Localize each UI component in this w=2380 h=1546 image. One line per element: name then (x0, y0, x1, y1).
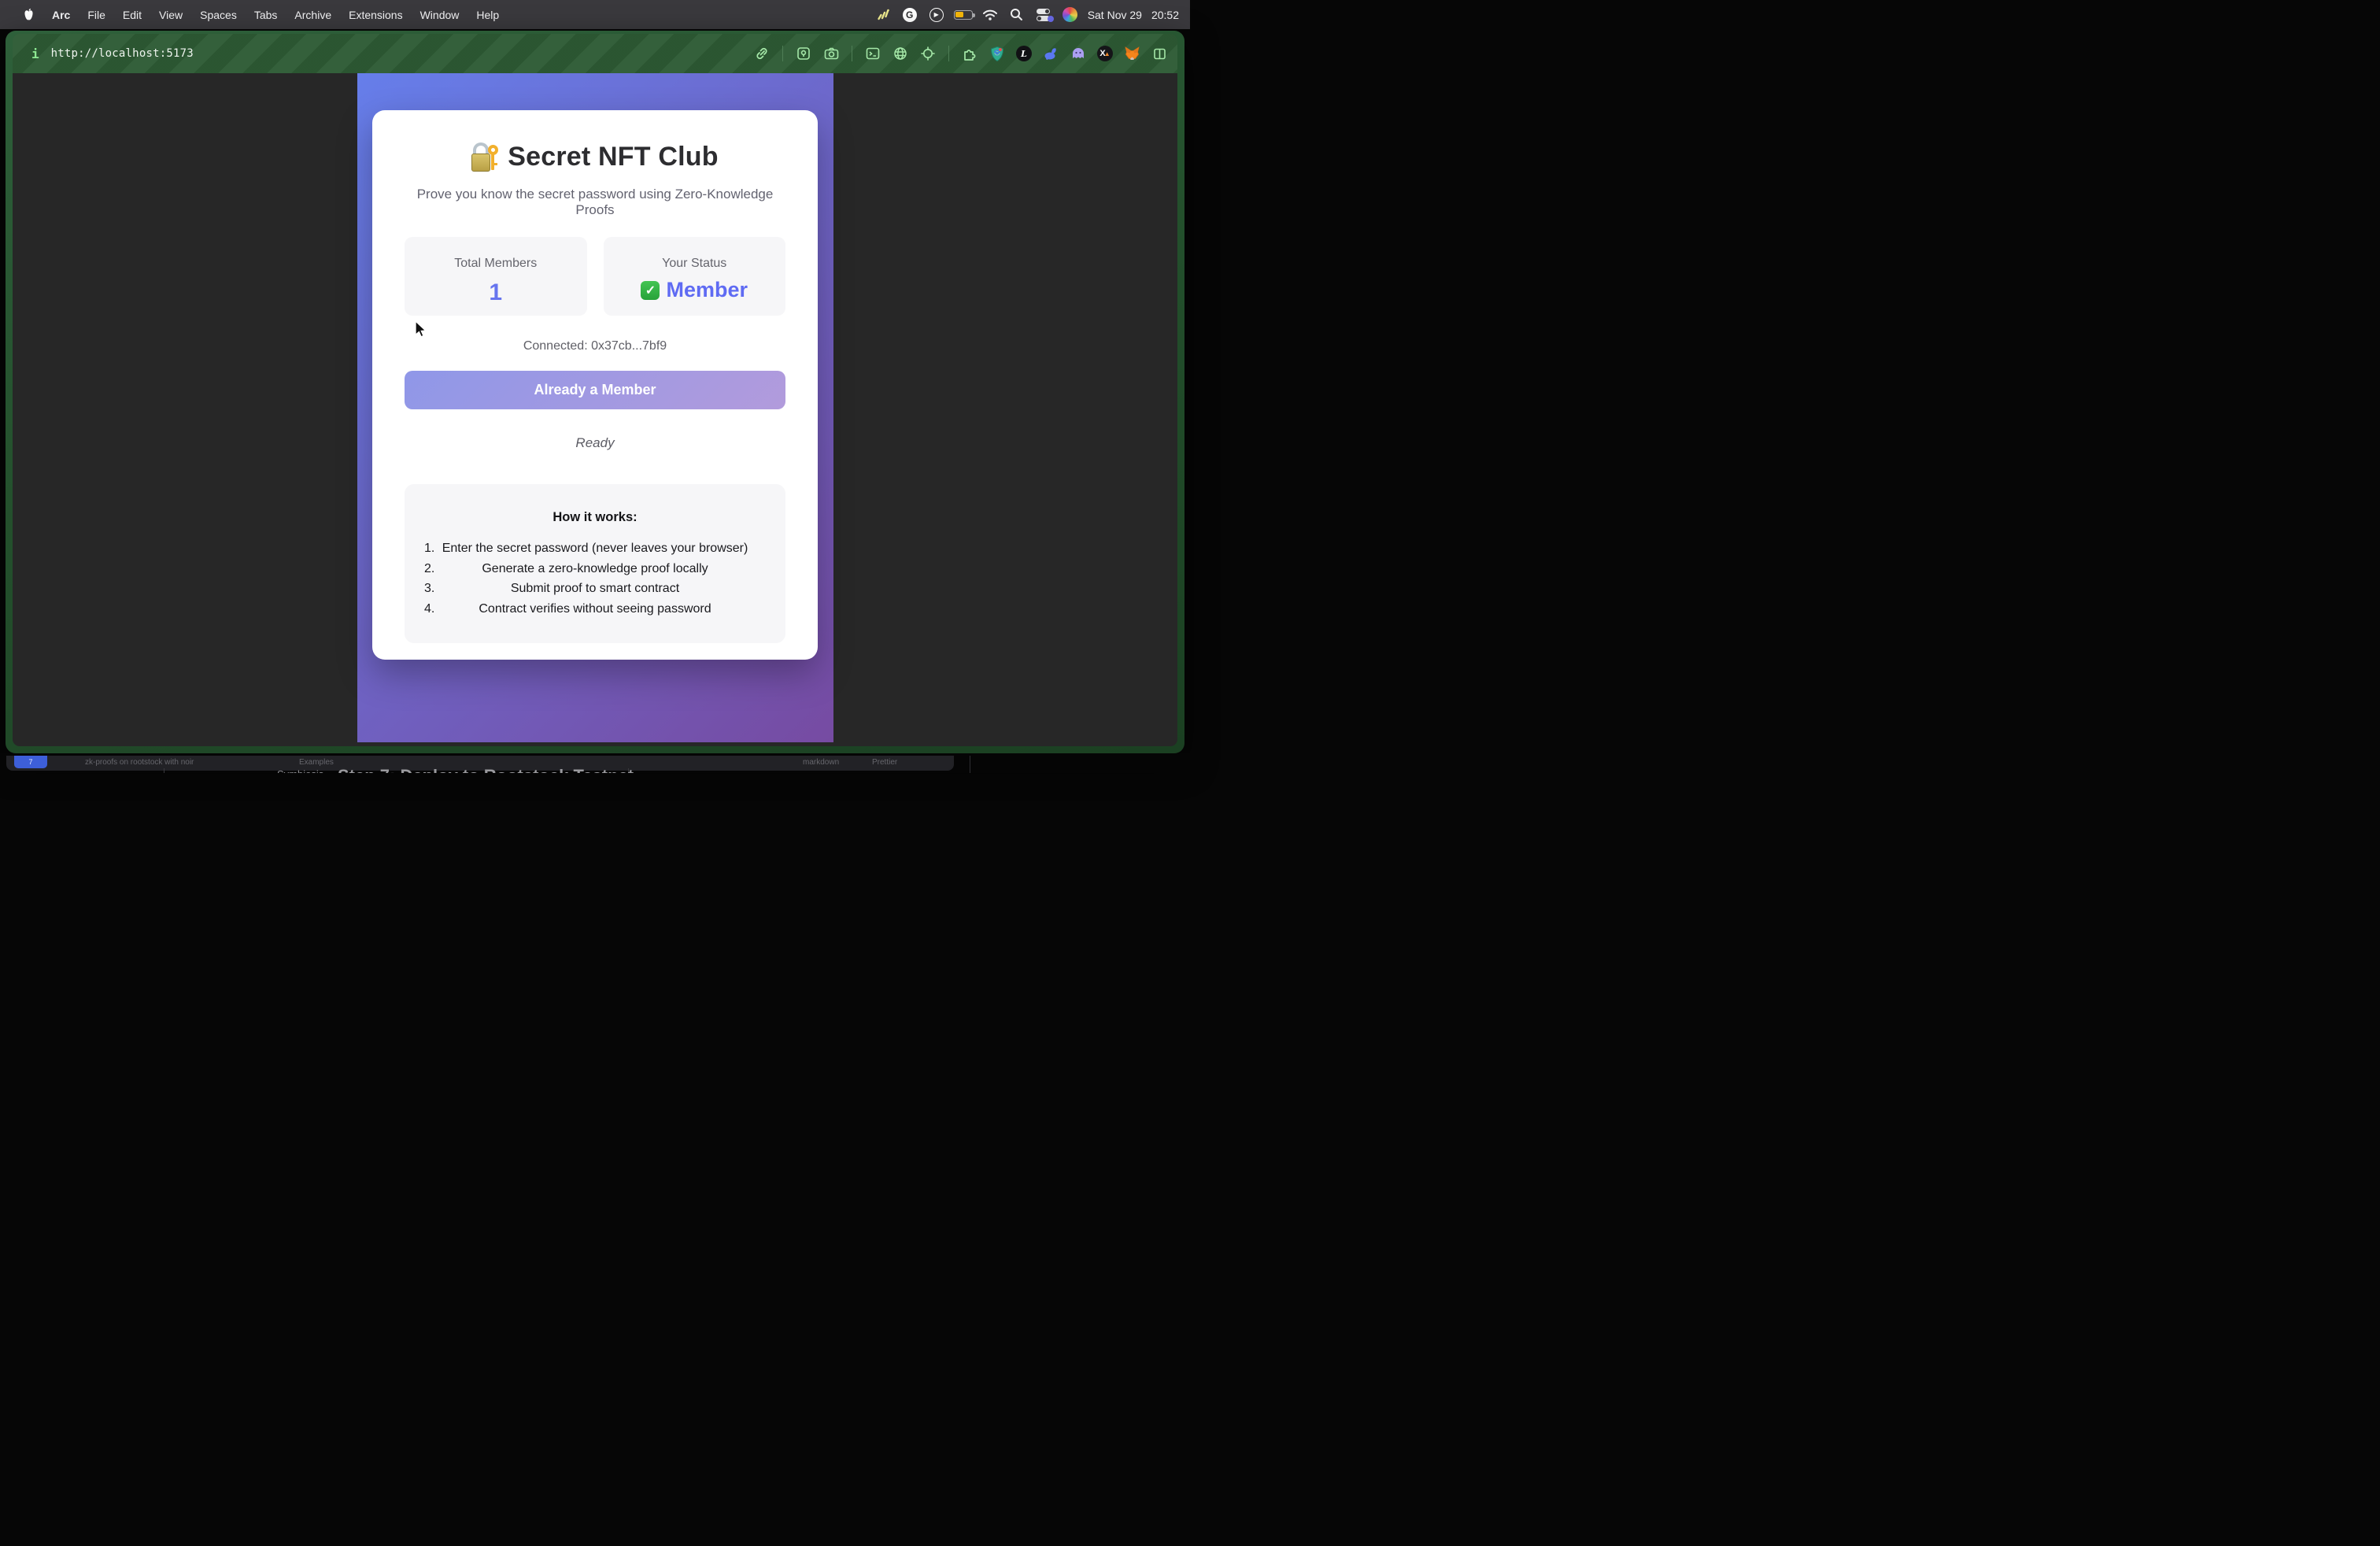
step-number: 2. (424, 559, 434, 579)
check-emoji-icon: ✓ (641, 281, 660, 300)
page-title-text: Secret NFT Club (508, 142, 718, 172)
how-it-works-list: 1. Enter the secret password (never leav… (405, 538, 785, 619)
target-icon[interactable] (919, 45, 937, 62)
how-it-works-panel: How it works: 1. Enter the secret passwo… (405, 484, 785, 643)
stats-row: Total Members 1 Your Status ✓ Member (405, 237, 785, 316)
background-prettier-label[interactable]: Prettier (872, 758, 897, 767)
menu-view[interactable]: View (150, 0, 191, 29)
grammarly-letter: G (903, 8, 917, 22)
url-text[interactable]: http://localhost:5173 (51, 47, 194, 60)
lock-emoji-icon (471, 142, 498, 172)
total-members-value: 1 (405, 279, 587, 306)
background-tab-title[interactable]: zk-proofs on rootstock with noir (85, 758, 194, 767)
background-markdown-label[interactable]: markdown (803, 758, 839, 767)
background-window-strip: 7 zk-proofs on rootstock with noir Examp… (0, 753, 1190, 773)
phantom-ghost-icon[interactable] (1070, 45, 1087, 62)
control-center-toggles (1037, 9, 1050, 21)
globe-icon[interactable] (892, 45, 909, 62)
toolbar-divider (948, 46, 949, 61)
menubar-clock[interactable]: Sat Nov 29 20:52 (1088, 9, 1179, 21)
grammarly-icon[interactable]: G (900, 6, 919, 24)
terminal-icon[interactable] (864, 45, 881, 62)
background-examples-label[interactable]: Examples (299, 758, 334, 767)
background-doc-heading: Step 7: Deploy to Rootstock Testnet (338, 766, 634, 773)
status-text: Ready (405, 435, 785, 451)
control-center-icon[interactable] (1034, 6, 1053, 24)
macos-menubar: Arc File Edit View Spaces Tabs Archive E… (0, 0, 1190, 29)
menubar-menus: Arc File Edit View Spaces Tabs Archive E… (0, 0, 508, 29)
how-step-1: 1. Enter the secret password (never leav… (405, 538, 785, 559)
split-view-icon[interactable] (1151, 45, 1168, 62)
step-number: 1. (424, 538, 434, 559)
how-step-2: 2. Generate a zero-knowledge proof local… (405, 559, 785, 579)
step-text: Enter the secret password (never leaves … (442, 542, 748, 555)
menu-tabs[interactable]: Tabs (246, 0, 286, 29)
menu-extensions[interactable]: Extensions (340, 0, 411, 29)
total-members-label: Total Members (405, 257, 587, 271)
search-icon[interactable] (1007, 6, 1026, 24)
rabbit-wallet-icon[interactable] (1042, 45, 1059, 62)
menu-window[interactable]: Window (412, 0, 468, 29)
apple-logo-icon (23, 8, 35, 22)
media-icon[interactable] (795, 45, 812, 62)
menu-spaces[interactable]: Spaces (191, 0, 246, 29)
desktop-screen: Arc File Edit View Spaces Tabs Archive E… (0, 0, 1190, 773)
stocks-chart-icon[interactable] (874, 6, 893, 24)
metamask-fox-icon[interactable] (1123, 45, 1140, 62)
menubar-status-area: G ▶ (874, 6, 1190, 24)
menu-file[interactable]: File (79, 0, 114, 29)
browser-toolbar: i http://localhost:5173 (13, 34, 1177, 73)
your-status-box: Your Status ✓ Member (604, 237, 786, 316)
url-bar[interactable]: i http://localhost:5173 (22, 46, 194, 61)
page-subtitle: Prove you know the secret password using… (405, 187, 785, 218)
background-doc-row: Symbiosis Step 7: Deploy to Rootstock Te… (0, 768, 1190, 773)
menu-help[interactable]: Help (468, 0, 508, 29)
clock-time: 20:52 (1151, 9, 1179, 21)
toolbar-divider (782, 46, 783, 61)
already-member-button[interactable]: Already a Member (405, 371, 785, 409)
script-l-icon[interactable]: L (1016, 46, 1032, 61)
step-text: Submit proof to smart contract (511, 582, 679, 595)
link-icon[interactable] (753, 45, 771, 62)
how-it-works-heading: How it works: (405, 510, 785, 525)
apple-menu[interactable] (14, 0, 43, 29)
adguard-shield-icon[interactable] (989, 45, 1006, 62)
battery-icon[interactable] (954, 6, 973, 24)
page-title: Secret NFT Club (405, 142, 785, 172)
extensions-puzzle-icon[interactable] (961, 45, 978, 62)
tab-count-badge[interactable]: 7 (14, 756, 47, 768)
total-members-box: Total Members 1 (405, 237, 587, 316)
menu-archive[interactable]: Archive (286, 0, 340, 29)
play-triangle: ▶ (929, 8, 944, 22)
how-step-4: 4. Contract verifies without seeing pass… (405, 599, 785, 620)
arc-browser-window: i http://localhost:5173 (6, 31, 1184, 753)
your-status-label: Your Status (604, 257, 786, 271)
wifi-icon[interactable] (981, 6, 1000, 24)
menu-arc[interactable]: Arc (43, 0, 79, 29)
step-text: Contract verifies without seeing passwor… (479, 602, 711, 616)
background-sidebar-item[interactable]: Symbiosis (277, 768, 323, 773)
member-status-text: Member (666, 278, 748, 302)
battery-body (954, 10, 973, 20)
x-app-icon[interactable]: X▲ (1097, 46, 1113, 61)
play-icon[interactable]: ▶ (927, 6, 946, 24)
step-number: 4. (424, 599, 434, 620)
siri-icon[interactable] (1061, 6, 1080, 24)
toolbar-actions: L X▲ (753, 45, 1168, 62)
siri-orb (1062, 7, 1077, 22)
clock-date: Sat Nov 29 (1088, 9, 1142, 21)
menu-edit[interactable]: Edit (114, 0, 150, 29)
connected-address: Connected: 0x37cb...7bf9 (405, 339, 785, 353)
gradient-background: Secret NFT Club Prove you know the secre… (357, 73, 833, 742)
how-step-3: 3. Submit proof to smart contract (405, 579, 785, 599)
site-info-icon[interactable]: i (31, 46, 39, 61)
step-number: 3. (424, 579, 434, 599)
secret-nft-club-card: Secret NFT Club Prove you know the secre… (372, 110, 818, 660)
step-text: Generate a zero-knowledge proof locally (482, 562, 708, 575)
page-content: Secret NFT Club Prove you know the secre… (13, 73, 1177, 746)
camera-icon[interactable] (822, 45, 840, 62)
